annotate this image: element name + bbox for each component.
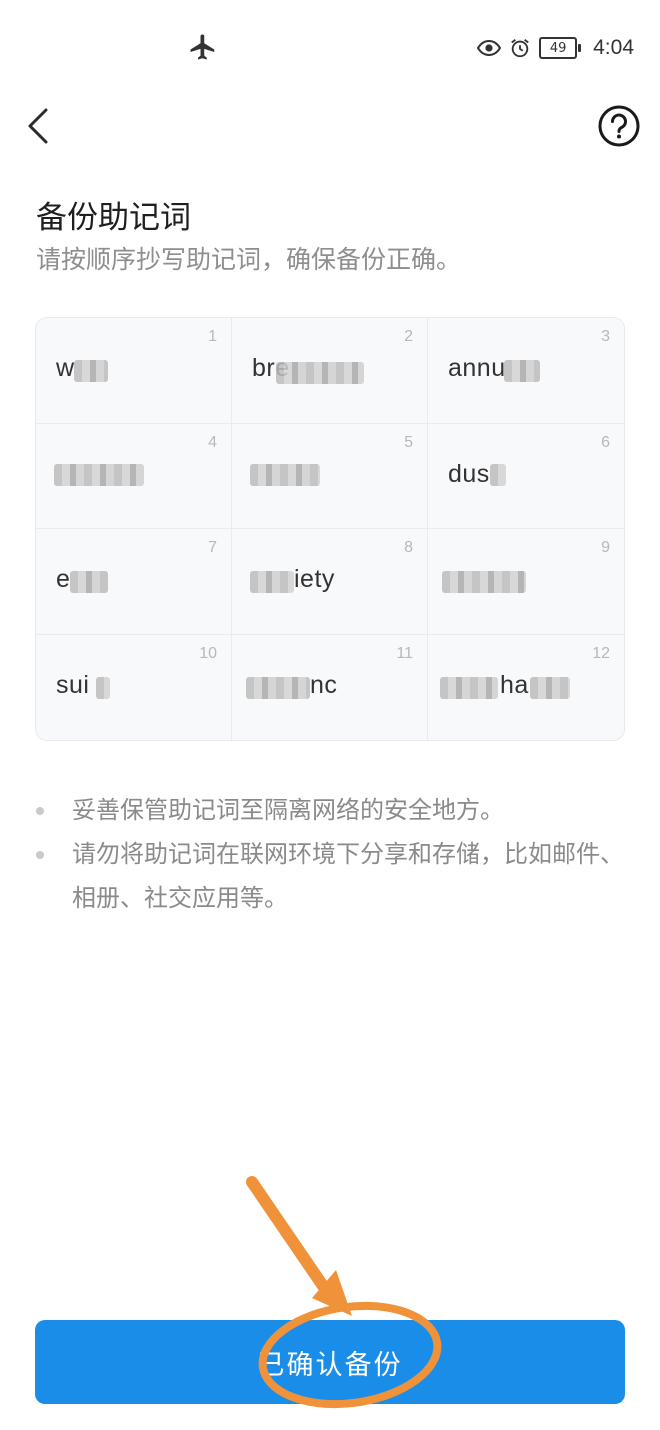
word-index: 3: [601, 328, 610, 345]
word-index: 8: [404, 539, 413, 556]
redaction-blur: [530, 676, 570, 699]
word-text: iety: [294, 565, 335, 593]
word-index: 6: [601, 433, 610, 451]
alarm-icon: [511, 39, 529, 58]
redaction-blur: [96, 676, 110, 699]
mnemonic-word-1: 1 w: [36, 318, 232, 424]
mnemonic-word-4: 4: [36, 423, 232, 529]
mnemonic-word-8: 8 iety: [232, 529, 428, 635]
bullet-dot: [36, 851, 44, 859]
redaction-blur: [250, 571, 294, 593]
mnemonic-word-11: 11 nc: [232, 634, 428, 740]
word-text: dus: [448, 459, 490, 488]
status-icons: 49 4:04: [477, 32, 634, 64]
tip-text: 妥善保管助记词至隔离网络的安全地方。: [72, 796, 504, 824]
word-text: sui: [56, 670, 90, 699]
eye-icon: [477, 39, 502, 57]
redaction-blur: [250, 463, 320, 486]
mnemonic-word-6: 6 dus: [428, 423, 624, 529]
redaction-blur: [74, 360, 108, 382]
mnemonic-word-5: 5: [232, 423, 428, 529]
redaction-blur: [440, 676, 498, 699]
word-text: e: [56, 565, 71, 593]
word-text: w: [56, 354, 75, 382]
status-bar: 49 4:04: [0, 0, 660, 96]
mnemonic-word-3: 3 annu: [428, 318, 624, 424]
status-time: 4:04: [593, 36, 634, 59]
word-index: 10: [199, 644, 217, 662]
word-text: ha: [500, 670, 529, 699]
word-index: 9: [601, 539, 610, 556]
page-subtitle: 请按顺序抄写助记词，确保备份正确。: [36, 245, 462, 274]
tip-item: 妥善保管助记词至隔离网络的安全地方。: [36, 788, 626, 832]
word-index: 11: [396, 644, 413, 662]
word-index: 1: [208, 328, 217, 345]
redaction-blur: [504, 360, 540, 382]
word-index: 7: [208, 539, 217, 556]
mnemonic-word-12: 12 ha: [428, 634, 624, 740]
tip-item: 请勿将助记词在联网环境下分享和存储，比如邮件、相册、社交应用等。: [36, 832, 626, 920]
battery-level: 49: [549, 40, 567, 56]
bullet-dot: [36, 807, 44, 815]
mnemonic-word-9: 9: [428, 529, 624, 635]
security-tips: 妥善保管助记词至隔离网络的安全地方。 请勿将助记词在联网环境下分享和存储，比如邮…: [36, 788, 626, 920]
back-icon[interactable]: [18, 102, 62, 150]
confirm-backup-button[interactable]: 已确认备份: [35, 1320, 625, 1404]
word-index: 4: [208, 433, 217, 451]
tip-text: 请勿将助记词在联网环境下分享和存储，比如邮件、相册、社交应用等。: [72, 840, 624, 912]
battery-icon: 49: [539, 37, 582, 59]
airplane-mode-icon: [190, 34, 215, 60]
mnemonic-word-7: 7 e: [36, 529, 232, 635]
mnemonic-word-2: 2 bre: [232, 318, 428, 424]
redaction-blur: [54, 463, 144, 486]
word-index: 5: [404, 433, 413, 451]
word-index: 12: [592, 644, 610, 662]
word-text: annu: [448, 354, 506, 382]
redaction-blur: [490, 463, 506, 486]
redaction-blur: [276, 362, 364, 384]
annotation-arrow-icon: [246, 1176, 352, 1316]
redaction-blur: [246, 676, 310, 699]
help-icon[interactable]: [596, 103, 642, 149]
mnemonic-word-10: 10 sui: [36, 634, 232, 740]
redaction-blur: [442, 571, 526, 593]
mnemonic-grid: 1 w 2 bre 3 annu 4 5 6 dus 7 e 8 iety 9: [35, 317, 625, 741]
page-title: 备份助记词: [36, 200, 191, 236]
word-index: 2: [404, 328, 413, 345]
redaction-blur: [70, 571, 108, 593]
word-text: nc: [310, 670, 338, 699]
